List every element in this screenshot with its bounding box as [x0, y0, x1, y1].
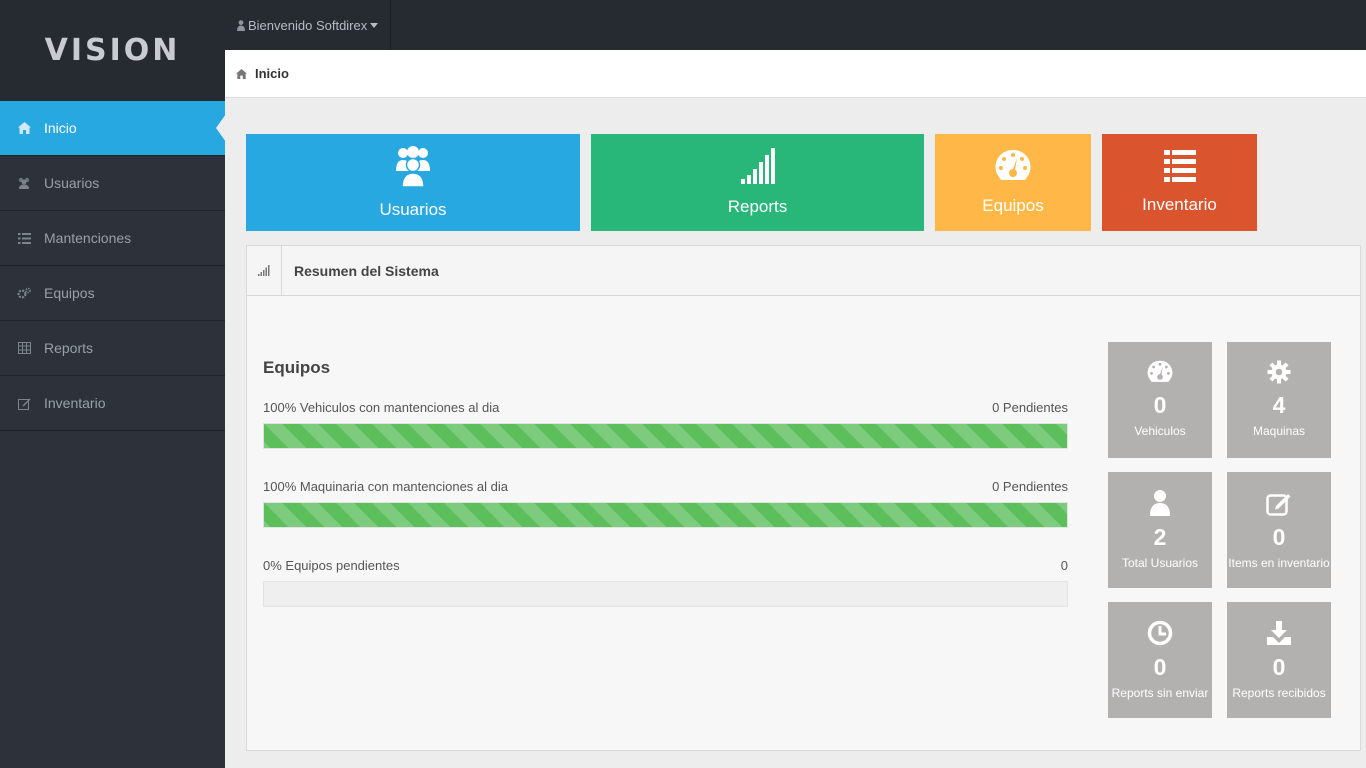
stat-label: Maquinas — [1252, 424, 1306, 438]
home-icon — [17, 121, 31, 135]
stat-value: 0 — [1272, 654, 1286, 680]
sidebar-item-equipos[interactable]: Equipos — [0, 266, 225, 321]
list-icon — [17, 231, 31, 245]
sidebar-item-label: Inicio — [44, 120, 77, 136]
logo-area: VISION — [0, 0, 225, 101]
stat-label: Reports recibidos — [1232, 686, 1326, 700]
download-icon — [1266, 620, 1292, 651]
top-bar: Bienvenido Softdirex — [225, 0, 1366, 50]
stat-value: 4 — [1272, 392, 1286, 418]
progress-label: 100% Vehiculos con mantenciones al dia — [263, 400, 500, 415]
tile-usuarios[interactable]: Usuarios — [246, 134, 580, 231]
signal-icon — [247, 246, 282, 295]
stat-reports-sin-enviar[interactable]: 0 Reports sin enviar — [1108, 602, 1212, 718]
sidebar-item-inventario[interactable]: Inventario — [0, 376, 225, 431]
gear-icon — [1267, 360, 1291, 389]
stat-label: Items en inventario — [1228, 556, 1330, 570]
user-menu[interactable]: Bienvenido Softdirex — [225, 0, 392, 50]
stat-maquinas[interactable]: 4 Maquinas — [1227, 342, 1331, 458]
stat-value: 0 — [1153, 392, 1167, 418]
signal-icon — [740, 148, 775, 189]
sidebar-item-label: Inventario — [44, 395, 106, 411]
progress-vehiculos: 100% Vehiculos con mantenciones al dia 0… — [263, 400, 1068, 449]
progress-maquinaria: 100% Maquinaria con mantenciones al dia … — [263, 479, 1068, 528]
list-icon — [1163, 150, 1196, 187]
users-icon — [395, 145, 431, 192]
edit-icon — [17, 396, 31, 410]
section-title: Equipos — [263, 358, 331, 377]
progress-label: 100% Maquinaria con mantenciones al dia — [263, 479, 508, 494]
stat-total-usuarios[interactable]: 2 Total Usuarios — [1108, 472, 1212, 588]
tile-label: Reports — [727, 197, 788, 216]
sidebar-item-label: Equipos — [44, 285, 95, 301]
logo[interactable]: VISION — [45, 33, 181, 68]
gears-icon — [17, 286, 31, 300]
progress-label: 0% Equipos pendientes — [263, 558, 400, 573]
tile-equipos[interactable]: Equipos — [935, 134, 1091, 231]
progress-count: 0 Pendientes — [992, 400, 1068, 415]
progress-bar — [263, 502, 1068, 528]
sidebar-item-reports[interactable]: Reports — [0, 321, 225, 376]
stat-reports-recibidos[interactable]: 0 Reports recibidos — [1227, 602, 1331, 718]
stat-label: Reports sin enviar — [1111, 686, 1209, 700]
stat-value: 0 — [1153, 654, 1167, 680]
sidebar-item-usuarios[interactable]: Usuarios — [0, 156, 225, 211]
tile-label: Inventario — [1142, 195, 1217, 214]
progress-bar — [263, 581, 1068, 607]
sidebar-item-mantenciones[interactable]: Mantenciones — [0, 211, 225, 266]
summary-panel: Resumen del Sistema Equipos 100% Vehicul… — [246, 245, 1361, 751]
users-icon — [17, 176, 31, 190]
sidebar-item-label: Usuarios — [44, 175, 100, 191]
panel-title: Resumen del Sistema — [294, 262, 439, 279]
stat-vehiculos[interactable]: 0 Vehiculos — [1108, 342, 1212, 458]
sidebar-item-label: Mantenciones — [44, 230, 132, 246]
stat-label: Vehiculos — [1134, 424, 1186, 438]
caret-down-icon — [370, 22, 379, 28]
stat-items-inventario[interactable]: 0 Items en inventario — [1227, 472, 1331, 588]
progress-fill — [264, 424, 1067, 448]
breadcrumb: Inicio — [225, 50, 1366, 98]
user-greeting: Bienvenido Softdirex — [248, 17, 368, 33]
progress-bar — [263, 423, 1068, 449]
stat-value: 0 — [1272, 524, 1286, 550]
user-icon — [237, 19, 245, 31]
stat-value: 2 — [1153, 524, 1167, 550]
tile-label: Equipos — [982, 196, 1044, 215]
edit-icon — [1266, 490, 1292, 521]
sidebar-item-label: Reports — [44, 340, 94, 356]
sidebar: VISION Inicio Usuarios Mantenciones Equi… — [0, 0, 226, 768]
breadcrumb-item[interactable]: Inicio — [255, 66, 289, 81]
progress-pendientes: 0% Equipos pendientes 0 — [263, 558, 1068, 607]
tile-inventario[interactable]: Inventario — [1102, 134, 1257, 231]
progress-fill — [264, 503, 1067, 527]
table-icon — [17, 341, 31, 355]
progress-count: 0 Pendientes — [992, 479, 1068, 494]
home-icon — [236, 68, 247, 79]
stat-label: Total Usuarios — [1121, 556, 1199, 570]
sidebar-item-inicio[interactable]: Inicio — [0, 101, 226, 156]
panel-header: Resumen del Sistema — [247, 246, 1360, 296]
tile-reports[interactable]: Reports — [591, 134, 924, 231]
clock-icon — [1147, 620, 1173, 651]
dashboard-icon — [995, 149, 1031, 188]
progress-count: 0 — [1060, 558, 1068, 573]
dashboard-icon — [1147, 360, 1173, 389]
user-icon — [1150, 490, 1170, 521]
tile-label: Usuarios — [379, 200, 447, 219]
